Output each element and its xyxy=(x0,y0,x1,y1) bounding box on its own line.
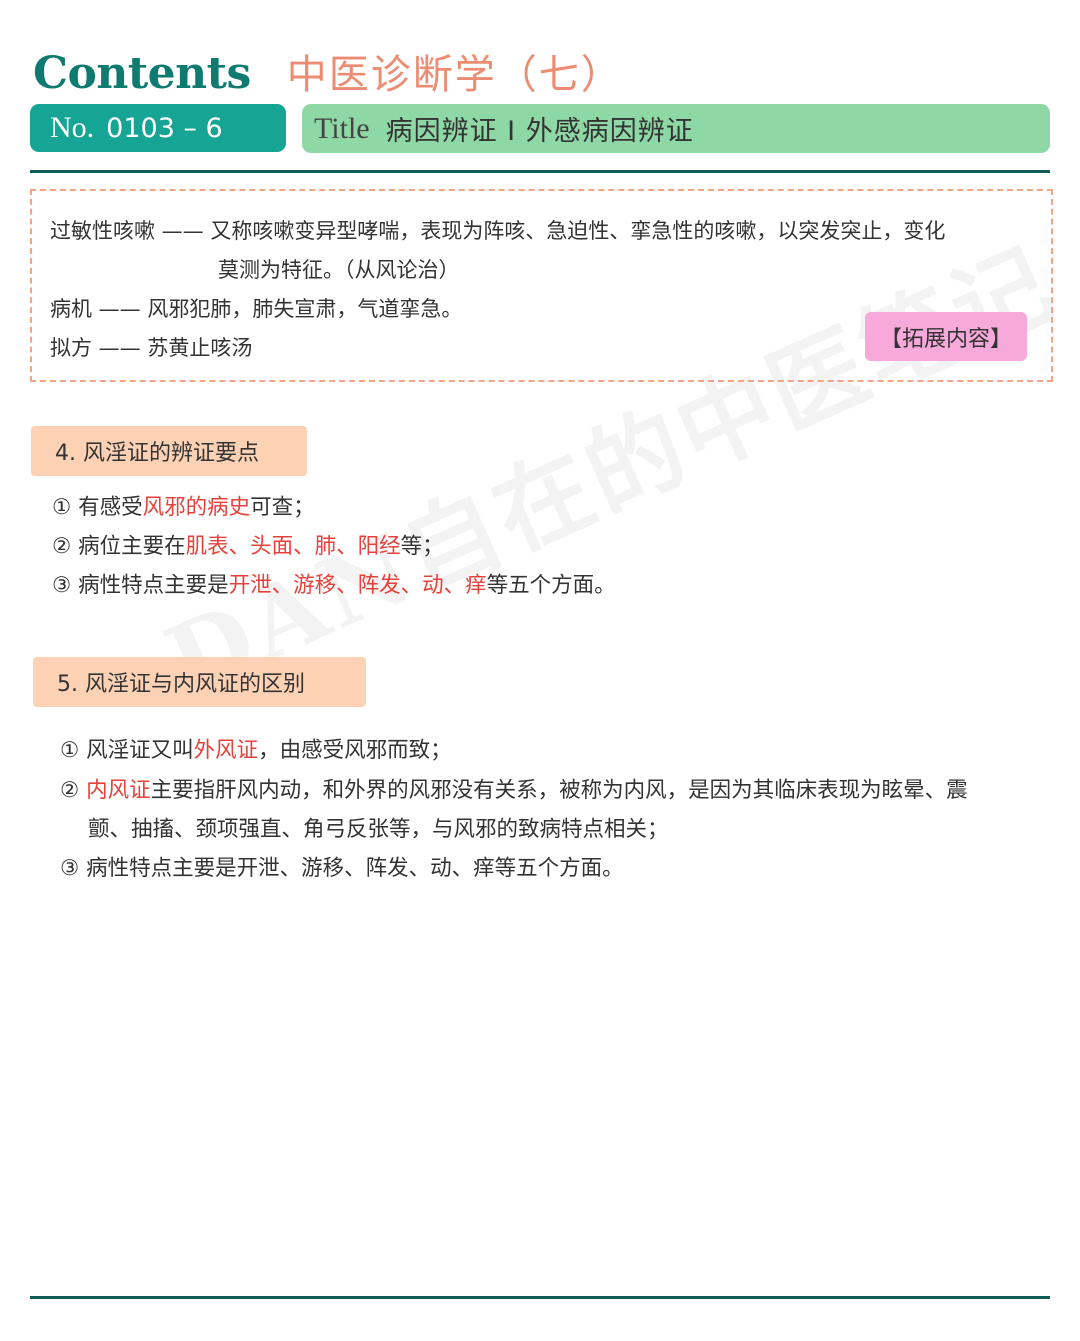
item-number: ① xyxy=(52,495,72,520)
extension-line-4: 拟方 —— 苏黄止咳汤 xyxy=(50,332,252,362)
extension-line-2: 莫测为特征。（从风论治） xyxy=(218,258,460,282)
item-text: 有感受 xyxy=(71,495,143,520)
section-5-item-2: ② 内风证主要指肝风内动，和外界的风邪没有关系，被称为内风，是因为其临床表现为眩… xyxy=(60,773,968,804)
item-text: 等； xyxy=(400,534,444,559)
extension-line-3: 病机 —— 风邪犯肺，肺失宣肃，气道挛急。 xyxy=(50,293,462,323)
item-highlight: 肌表、头面、肺、阳经 xyxy=(185,534,401,559)
number-value: 0103 – 6 xyxy=(106,112,223,144)
item-number: ③ xyxy=(52,573,72,598)
number-label: No. xyxy=(50,111,95,144)
contents-label: Contents xyxy=(33,48,251,99)
extension-box: 过敏性咳嗽 —— 又称咳嗽变异型哮喘，表现为阵咳、急迫性、挛急性的咳嗽，以突发突… xyxy=(30,189,1053,382)
footer-divider xyxy=(30,1296,1050,1299)
extension-term: 拟方 xyxy=(50,336,92,360)
extension-dash: —— xyxy=(92,336,148,360)
item-highlight: 开泄、游移、阵发、动、痒 xyxy=(228,573,487,598)
section-5-heading: 5. 风淫证与内风证的区别 xyxy=(33,657,366,707)
section-4-item-2: ② 病位主要在肌表、头面、肺、阳经等； xyxy=(52,529,444,560)
number-badge: No. 0103 – 6 xyxy=(30,104,286,152)
extension-term: 病机 xyxy=(50,297,92,321)
extension-tag: 【拓展内容】 xyxy=(865,312,1027,361)
section-4-item-3: ③ 病性特点主要是开泄、游移、阵发、动、痒等五个方面。 xyxy=(52,568,616,599)
item-text: 等五个方面。 xyxy=(486,573,616,598)
extension-text: 又称咳嗽变异型哮喘，表现为阵咳、急迫性、挛急性的咳嗽，以突发突止，变化 xyxy=(210,219,946,243)
section-4-item-1: ① 有感受风邪的病史可查； xyxy=(52,490,315,521)
section-5-item-3: ③ 病性特点主要是开泄、游移、阵发、动、痒等五个方面。 xyxy=(60,851,624,882)
section-5-item-1: ① 风淫证又叫外风证，由感受风邪而致； xyxy=(60,733,452,764)
item-text: 主要指肝风内动，和外界的风邪没有关系，被称为内风，是因为其临床表现为眩晕、震 xyxy=(150,778,968,803)
item-number: ② xyxy=(52,534,72,559)
extension-line-1: 过敏性咳嗽 —— 又称咳嗽变异型哮喘，表现为阵咳、急迫性、挛急性的咳嗽，以突发突… xyxy=(50,215,945,245)
item-text: 风淫证又叫 xyxy=(79,738,194,763)
item-number: ② xyxy=(60,778,80,803)
title-badge: Title 病因辨证 I 外感病因辨证 xyxy=(302,104,1050,153)
item-text: ，由感受风邪而致； xyxy=(258,738,452,763)
item-highlight: 外风证 xyxy=(193,738,259,763)
title-label: Title xyxy=(314,111,370,145)
extension-dash: —— xyxy=(92,297,148,321)
section-4-heading: 4. 风淫证的辨证要点 xyxy=(31,426,307,476)
page-header: Contents 中医诊断学（七） xyxy=(33,42,623,100)
extension-text: 苏黄止咳汤 xyxy=(147,336,253,360)
item-number: ① xyxy=(60,738,80,763)
extension-term: 过敏性咳嗽 xyxy=(50,219,155,243)
item-highlight: 内风证 xyxy=(79,778,151,803)
section-5-item-2-continued: 颤、抽搐、颈项强直、角弓反张等，与风邪的致病特点相关； xyxy=(88,817,669,842)
title-value: 病因辨证 I 外感病因辨证 xyxy=(385,116,694,147)
item-number: ③ xyxy=(60,856,80,881)
subject-title: 中医诊断学（七） xyxy=(286,52,623,98)
item-text: 病性特点主要是 xyxy=(71,573,229,598)
extension-text: 风邪犯肺，肺失宣肃，气道挛急。 xyxy=(147,297,463,321)
item-text: 病性特点主要是开泄、游移、阵发、动、痒等五个方面。 xyxy=(79,856,624,881)
header-divider xyxy=(30,170,1050,173)
item-text: 可查； xyxy=(250,495,315,520)
item-text: 病位主要在 xyxy=(71,534,186,559)
item-highlight: 风邪的病史 xyxy=(142,495,251,520)
extension-dash: —— xyxy=(155,219,211,243)
